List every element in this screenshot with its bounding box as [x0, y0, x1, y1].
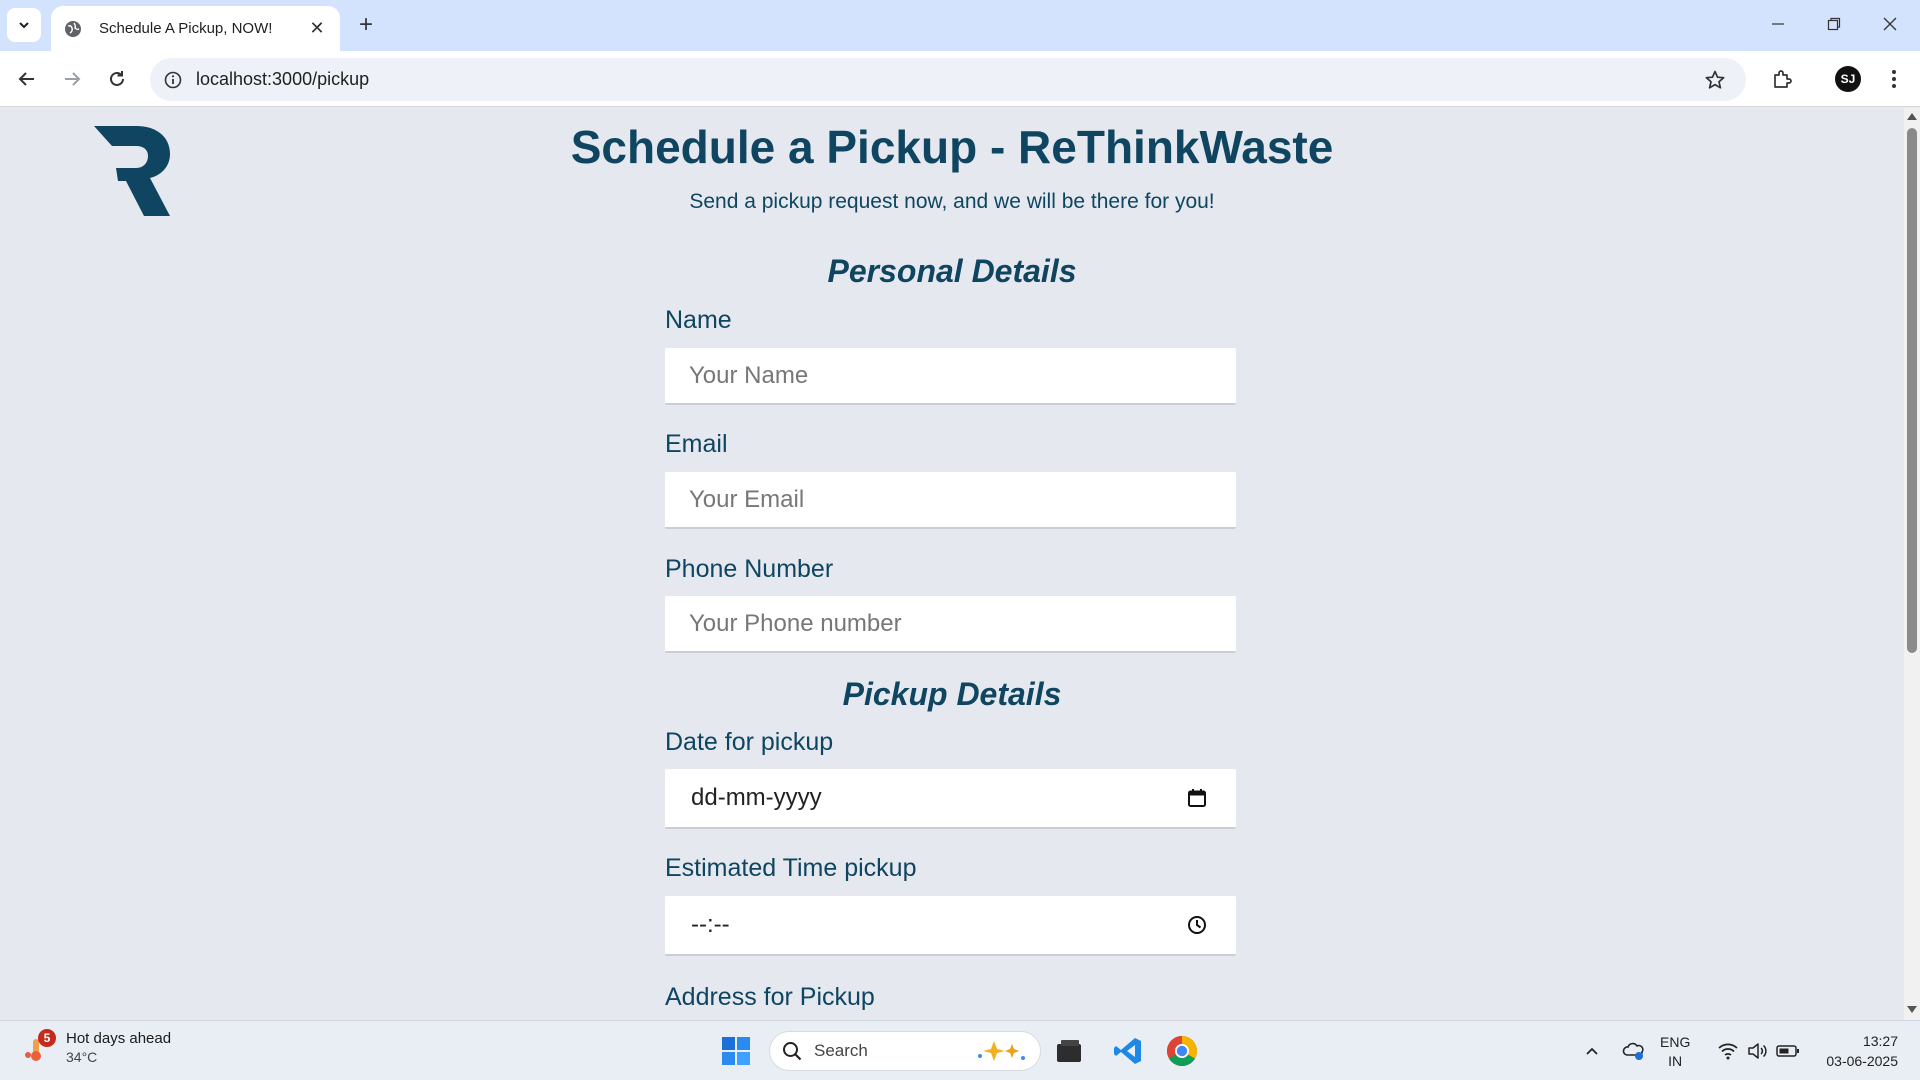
browser-tab-strip: Schedule A Pickup, NOW! ✕ + — [0, 0, 1920, 51]
new-tab-button[interactable]: + — [352, 11, 380, 39]
date-value: dd-mm-yyyy — [691, 784, 822, 811]
language-code: ENG — [1660, 1034, 1691, 1050]
weather-temperature: 34°C — [66, 1049, 98, 1065]
tab-search-button[interactable] — [7, 8, 41, 42]
wifi-icon[interactable] — [1714, 1021, 1742, 1080]
close-window-icon[interactable] — [1862, 0, 1918, 48]
language-indicator[interactable]: ENG IN — [1660, 1033, 1690, 1071]
page-scrollbar[interactable] — [1904, 108, 1920, 1020]
weather-badge: 5 — [38, 1028, 56, 1047]
weather-title: Hot days ahead — [66, 1030, 172, 1047]
globe-icon — [63, 19, 83, 39]
pickup-details-heading: Pickup Details — [842, 676, 1062, 712]
clock-date: 03-06-2025 — [1826, 1053, 1898, 1069]
site-info-icon[interactable] — [162, 69, 184, 91]
thermometer-icon: 5 — [22, 1028, 56, 1065]
address-label: Address for Pickup — [665, 983, 875, 1011]
arrow-left-icon — [18, 72, 34, 86]
extensions-puzzle-icon[interactable] — [1766, 63, 1798, 95]
back-button[interactable] — [7, 59, 47, 99]
calendar-icon[interactable] — [1184, 785, 1210, 811]
battery-icon[interactable] — [1774, 1021, 1802, 1080]
restore-icon[interactable] — [1806, 0, 1862, 48]
scroll-down-arrow-icon[interactable] — [1907, 1006, 1917, 1016]
browser-menu-icon[interactable] — [1878, 63, 1910, 95]
minimize-icon[interactable] — [1750, 0, 1806, 48]
profile-initials: SJ — [1835, 66, 1861, 92]
phone-input[interactable] — [665, 596, 1236, 653]
browser-toolbar: localhost:3000/pickup SJ — [0, 51, 1920, 107]
address-bar[interactable]: localhost:3000/pickup — [150, 58, 1746, 101]
windows-start-icon[interactable] — [714, 1029, 758, 1073]
volume-icon[interactable] — [1744, 1021, 1772, 1080]
name-label: Name — [665, 306, 732, 334]
time-value: --:-- — [691, 911, 730, 938]
reload-button[interactable] — [97, 59, 137, 99]
time-picker-input[interactable]: --:-- — [665, 896, 1236, 956]
search-icon — [783, 1042, 802, 1061]
date-picker-input[interactable]: dd-mm-yyyy — [665, 769, 1236, 829]
page-content: Schedule a Pickup - ReThinkWaste Send a … — [0, 108, 1904, 1020]
clock-time: 13:27 — [1862, 1033, 1898, 1049]
search-label: Search — [814, 1041, 868, 1060]
url-text[interactable]: localhost:3000/pickup — [196, 69, 369, 90]
scroll-up-arrow-icon[interactable] — [1907, 112, 1917, 122]
chrome-icon[interactable] — [1160, 1029, 1204, 1073]
time-label: Estimated Time pickup — [665, 854, 917, 882]
windows-taskbar: 5 Hot days ahead 34°C Search ENG IN 13:2… — [0, 1020, 1920, 1080]
page-subtitle: Send a pickup request now, and we will b… — [689, 190, 1215, 213]
weather-widget[interactable]: 5 Hot days ahead 34°C — [22, 1028, 172, 1065]
personal-details-heading: Personal Details — [827, 253, 1077, 289]
phone-label: Phone Number — [665, 555, 834, 583]
tray-overflow-chevron-icon[interactable] — [1580, 1021, 1604, 1080]
email-label: Email — [665, 430, 728, 458]
copilot-sparkle-icon — [978, 1041, 1025, 1061]
region-code: IN — [1668, 1053, 1683, 1069]
reload-icon — [110, 71, 124, 86]
chevron-down-icon — [19, 22, 29, 29]
browser-tab-active[interactable]: Schedule A Pickup, NOW! ✕ — [51, 6, 340, 51]
page-title: Schedule a Pickup - ReThinkWaste — [570, 121, 1334, 173]
forward-button[interactable] — [52, 59, 92, 99]
arrow-right-icon — [65, 72, 81, 86]
bookmark-star-icon[interactable] — [1702, 67, 1728, 93]
system-clock[interactable]: 13:27 03-06-2025 — [1814, 1031, 1898, 1071]
close-tab-icon[interactable]: ✕ — [306, 18, 328, 40]
taskbar-search-box[interactable]: Search — [769, 1031, 1041, 1071]
email-input[interactable] — [665, 472, 1236, 529]
onedrive-sync-icon[interactable] — [1620, 1021, 1648, 1080]
date-label: Date for pickup — [665, 728, 834, 756]
profile-avatar[interactable]: SJ — [1832, 63, 1864, 95]
scroll-thumb[interactable] — [1907, 128, 1917, 653]
tab-title: Schedule A Pickup, NOW! — [99, 20, 273, 37]
file-explorer-icon[interactable] — [1047, 1029, 1091, 1073]
name-input[interactable] — [665, 348, 1236, 405]
clock-icon[interactable] — [1184, 912, 1210, 938]
vscode-icon[interactable] — [1106, 1029, 1150, 1073]
